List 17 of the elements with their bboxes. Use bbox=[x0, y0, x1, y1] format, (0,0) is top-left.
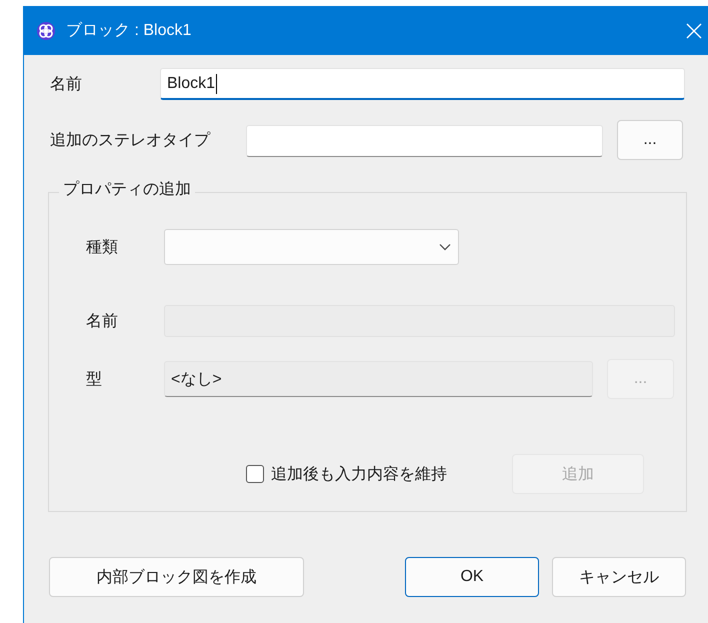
field-label: 名前 bbox=[50, 74, 83, 94]
browse-button[interactable]: ... bbox=[617, 120, 683, 160]
checkbox[interactable] bbox=[246, 465, 264, 483]
close-icon[interactable] bbox=[686, 22, 702, 38]
field-label: 種類 bbox=[86, 238, 119, 258]
field-label: 追加のステレオタイプ bbox=[50, 130, 212, 150]
ok-button[interactable]: OK bbox=[405, 557, 539, 597]
window-title: ブロック : Block1 bbox=[66, 20, 192, 41]
stereotype-field[interactable] bbox=[246, 125, 603, 157]
field-label: 型 bbox=[86, 370, 103, 390]
field-label: 名前 bbox=[86, 312, 119, 332]
create-diagram-button[interactable]: 内部ブロック図を作成 bbox=[49, 557, 304, 597]
checkbox-label[interactable]: 追加後も入力内容を維持 bbox=[271, 464, 447, 484]
cancel-button[interactable]: キャンセル bbox=[552, 557, 686, 597]
name-field[interactable]: Block1 bbox=[160, 68, 685, 100]
chevron-down-icon bbox=[439, 243, 451, 251]
app-icon bbox=[36, 20, 56, 40]
